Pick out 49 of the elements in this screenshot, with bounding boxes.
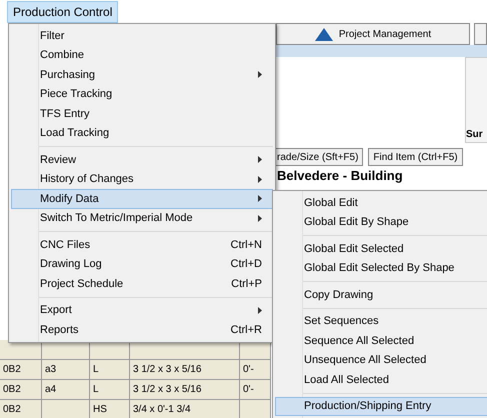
menu-item[interactable]: Unsequence All Selected	[275, 350, 487, 370]
table-cell: 0'-	[240, 380, 271, 400]
shortcut-label: Ctrl+R	[230, 324, 262, 336]
menu-item[interactable]: Set Sequences	[275, 312, 487, 331]
menu-item[interactable]: CNC Files Ctrl+N	[11, 235, 273, 254]
shortcut-label: Ctrl+N	[230, 238, 262, 251]
menu-item[interactable]: Review	[11, 150, 273, 170]
triangle-logo-icon	[314, 28, 333, 40]
menu-item[interactable]: Combine	[11, 46, 273, 65]
table-cell: 0B2	[0, 380, 42, 400]
menu-item[interactable]: Production/Shipping Entry	[275, 396, 487, 416]
menu-item[interactable]: Load Tracking	[11, 124, 273, 143]
shortcut-label: Ctrl+P	[231, 278, 262, 290]
menu-item[interactable]: Global Edit	[275, 193, 487, 212]
menu-item[interactable]: Export	[11, 300, 273, 320]
table-cell: HS	[90, 400, 130, 418]
menu-item[interactable]: TFS Entry	[11, 104, 273, 124]
menu-item[interactable]: History of Changes	[11, 170, 273, 189]
table-cell: L	[90, 360, 130, 380]
table-cell: L	[90, 380, 130, 400]
menu-item[interactable]: Load All Selected	[275, 370, 487, 390]
menu-item[interactable]: Global Edit Selected By Shape	[275, 258, 487, 278]
menu-item[interactable]: Piece Tracking	[11, 84, 273, 104]
table-cell: a4	[42, 380, 90, 400]
table-cell: a3	[42, 360, 90, 380]
project-management-tab[interactable]: Project Management	[276, 23, 470, 45]
menu-item[interactable]: Reports Ctrl+R	[11, 320, 273, 340]
menu-item[interactable]: Global Edit By Shape	[275, 212, 487, 232]
menubar-item[interactable]: Production Control	[7, 0, 118, 22]
table-cell: 3/4 x 0'-1 3/4	[130, 400, 240, 418]
project-heading: Belvedere - Building	[277, 168, 404, 183]
toolbar-button[interactable]: Find Item (Ctrl+F5)	[368, 148, 463, 166]
side-panel-label: Sur	[465, 57, 487, 143]
shortcut-label: Ctrl+D	[230, 258, 262, 270]
menu-item[interactable]: Global Edit Selected	[275, 239, 487, 258]
menu-item[interactable]: Copy Drawing	[275, 285, 487, 304]
table-cell: 3 1/2 x 3 x 5/16	[130, 360, 240, 380]
menu-item[interactable]: Filter	[11, 26, 273, 46]
table-cell: 0B2	[0, 400, 42, 418]
table-cell: 0'-	[240, 360, 271, 380]
menu-item[interactable]: Modify Data	[11, 189, 273, 208]
table-cell: 3 1/2 x 3 x 5/16	[130, 380, 240, 400]
menu-item[interactable]: Sequence All Selected	[275, 331, 487, 350]
menu-item[interactable]: Purchasing	[11, 65, 273, 84]
menu-item[interactable]: Project Schedule Ctrl+P	[11, 274, 273, 294]
menu-item[interactable]: Switch To Metric/Imperial Mode	[11, 208, 273, 228]
menu-item[interactable]: Drawing Log Ctrl+D	[11, 254, 273, 274]
table-cell: 0B2	[0, 360, 42, 380]
tab[interactable]	[474, 23, 487, 45]
